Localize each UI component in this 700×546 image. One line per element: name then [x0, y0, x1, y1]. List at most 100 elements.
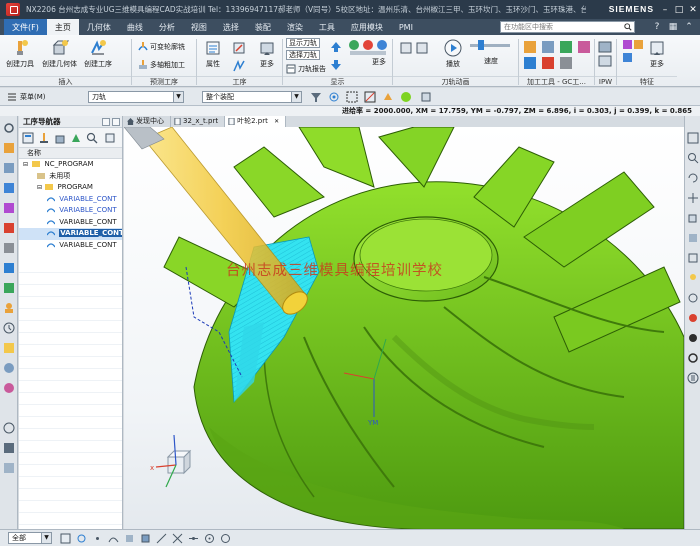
resource-settings-icon[interactable]	[3, 122, 15, 134]
constraint-navigator-icon[interactable]	[3, 162, 15, 174]
zoom-icon[interactable]	[687, 152, 699, 164]
layout-icon[interactable]: ▦	[668, 22, 678, 32]
pan-icon[interactable]	[687, 192, 699, 204]
tab-discovery-center[interactable]: 发现中心	[124, 116, 171, 127]
tree-row-unused[interactable]: 未用项	[19, 171, 122, 183]
hd3d-tools-icon[interactable]	[3, 222, 15, 234]
menu-icon[interactable]	[6, 91, 18, 103]
animation-step-icons[interactable]	[400, 41, 430, 55]
attribute-button[interactable]: 属性	[204, 39, 222, 69]
playback-button[interactable]: 播放	[444, 39, 462, 69]
variable-contour-button[interactable]: 可变轮廓铣	[138, 41, 185, 52]
tab-geometry[interactable]: 几何体	[79, 19, 119, 35]
chevron-down-icon[interactable]: ▼	[291, 92, 301, 102]
tree-row-nc-program[interactable]: ⊟ NC_PROGRAM	[19, 159, 122, 171]
body-icon[interactable]	[140, 533, 151, 544]
close-panel-icon[interactable]	[112, 118, 120, 126]
toolpath-report-button[interactable]: 刀轨报告	[286, 63, 326, 74]
tab-curve[interactable]: 曲线	[119, 19, 151, 35]
snap-icon[interactable]	[76, 533, 87, 544]
deselect-icon[interactable]	[364, 91, 376, 103]
display-tool-icons[interactable]	[348, 39, 388, 57]
fit-view-icon[interactable]	[687, 132, 699, 144]
collapse-icon[interactable]: ⊟	[23, 161, 28, 168]
intersection-icon[interactable]	[172, 533, 183, 544]
pin-icon[interactable]	[102, 118, 110, 126]
expand-icon[interactable]	[104, 132, 116, 144]
tab-impeller-part[interactable]: 叶轮2.prt ✕	[225, 116, 287, 127]
impeller-model[interactable]: YM x	[124, 127, 684, 529]
feature-navigator-icon[interactable]	[3, 282, 15, 294]
tab-part-32x[interactable]: 32_x_t.prt	[171, 116, 226, 127]
operation-navigator-icon[interactable]	[3, 262, 15, 274]
history-icon[interactable]	[3, 322, 15, 334]
select-all-icon[interactable]	[346, 91, 358, 103]
close-tab-icon[interactable]: ✕	[274, 118, 279, 125]
palette-icon[interactable]	[3, 382, 15, 394]
minimize-button[interactable]: –	[658, 0, 672, 19]
type-filter-dropdown[interactable]: 刀轨 ▼	[88, 91, 184, 103]
more-display-button[interactable]: 更多	[372, 57, 386, 67]
create-tool-button[interactable]: 创建刀具	[6, 39, 34, 69]
wireframe-icon[interactable]	[687, 252, 699, 264]
tree-row-operation-selected[interactable]: VARIABLE_CONT	[19, 228, 122, 240]
command-search-input[interactable]: 在功能区中搜索	[500, 21, 635, 33]
move-down-icon[interactable]	[330, 59, 342, 71]
snap-point-icon[interactable]	[328, 91, 340, 103]
close-button[interactable]: ✕	[686, 0, 700, 19]
machine-tool-view-icon[interactable]	[38, 132, 50, 144]
chevron-down-icon[interactable]: ▼	[173, 92, 183, 102]
tab-assembly[interactable]: 装配	[247, 19, 279, 35]
create-geometry-button[interactable]: 创建几何体	[42, 39, 77, 69]
speed-slider-thumb[interactable]	[478, 40, 484, 50]
tab-selection[interactable]: 选择	[215, 19, 247, 35]
graphics-window[interactable]: YM x 台州志成三维模具编程培训学校	[124, 127, 684, 529]
tree-row-operation[interactable]: VARIABLE_CONT	[19, 240, 122, 252]
reuse-library-icon[interactable]	[3, 202, 15, 214]
speed-slider-track[interactable]	[470, 44, 510, 47]
web-browser-icon[interactable]	[3, 362, 15, 374]
help-icon[interactable]: ?	[652, 22, 662, 32]
more-feature-button[interactable]: 更多	[648, 39, 666, 69]
quadrant-icon[interactable]	[220, 533, 231, 544]
tab-render[interactable]: 渲染	[279, 19, 311, 35]
machining-method-view-icon[interactable]	[70, 132, 82, 144]
section-view-icon[interactable]	[687, 292, 699, 304]
roles-icon[interactable]	[3, 302, 15, 314]
show-toolpath-toggle[interactable]: 显示刀轨	[286, 38, 320, 48]
selection-scope-dropdown[interactable]: 整个装配 ▼	[202, 91, 302, 103]
ipw-icons[interactable]	[598, 41, 612, 69]
assembly-navigator-icon[interactable]	[3, 142, 15, 154]
midpoint-icon[interactable]	[188, 533, 199, 544]
chevron-down-icon[interactable]: ▼	[41, 533, 51, 543]
display-mode-icon[interactable]	[687, 332, 699, 344]
machine-tool-navigator-icon[interactable]	[3, 242, 15, 254]
column-header-name[interactable]: 名称	[19, 148, 122, 159]
menu-dropdown[interactable]: 菜单(M)	[20, 91, 46, 103]
tab-home[interactable]: 主页	[46, 19, 79, 35]
tree-row-program[interactable]: ⊟ PROGRAM	[19, 182, 122, 194]
orient-icon[interactable]	[420, 91, 432, 103]
trimetric-view-icon[interactable]	[687, 212, 699, 224]
system-scenes-icon[interactable]	[3, 462, 15, 474]
tab-pmi[interactable]: PMI	[391, 19, 421, 35]
tab-view[interactable]: 视图	[183, 19, 215, 35]
multi-axis-rough-button[interactable]: 多轴粗加工	[138, 59, 185, 70]
tab-tools[interactable]: 工具	[311, 19, 343, 35]
lighting-icon[interactable]	[687, 272, 699, 284]
tree-row-operation[interactable]: VARIABLE_CONT	[19, 205, 122, 217]
center-icon[interactable]	[204, 533, 215, 544]
machining-tool-icons[interactable]	[522, 39, 592, 71]
maximize-button[interactable]: □	[672, 0, 686, 19]
tree-row-operation[interactable]: VARIABLE_CONT	[19, 194, 122, 206]
generate-toolpath-icon[interactable]	[232, 59, 246, 73]
select-toolpath-toggle[interactable]: 选择刀轨	[286, 50, 320, 60]
find-icon[interactable]	[86, 132, 98, 144]
shaded-icon[interactable]	[687, 232, 699, 244]
feature-icons[interactable]	[622, 39, 644, 69]
pause-icon[interactable]	[687, 372, 699, 384]
curve-icon[interactable]	[108, 533, 119, 544]
program-order-view-icon[interactable]	[22, 132, 34, 144]
file-menu[interactable]: 文件(F)	[4, 19, 47, 35]
collapse-icon[interactable]: ⊟	[37, 184, 42, 191]
